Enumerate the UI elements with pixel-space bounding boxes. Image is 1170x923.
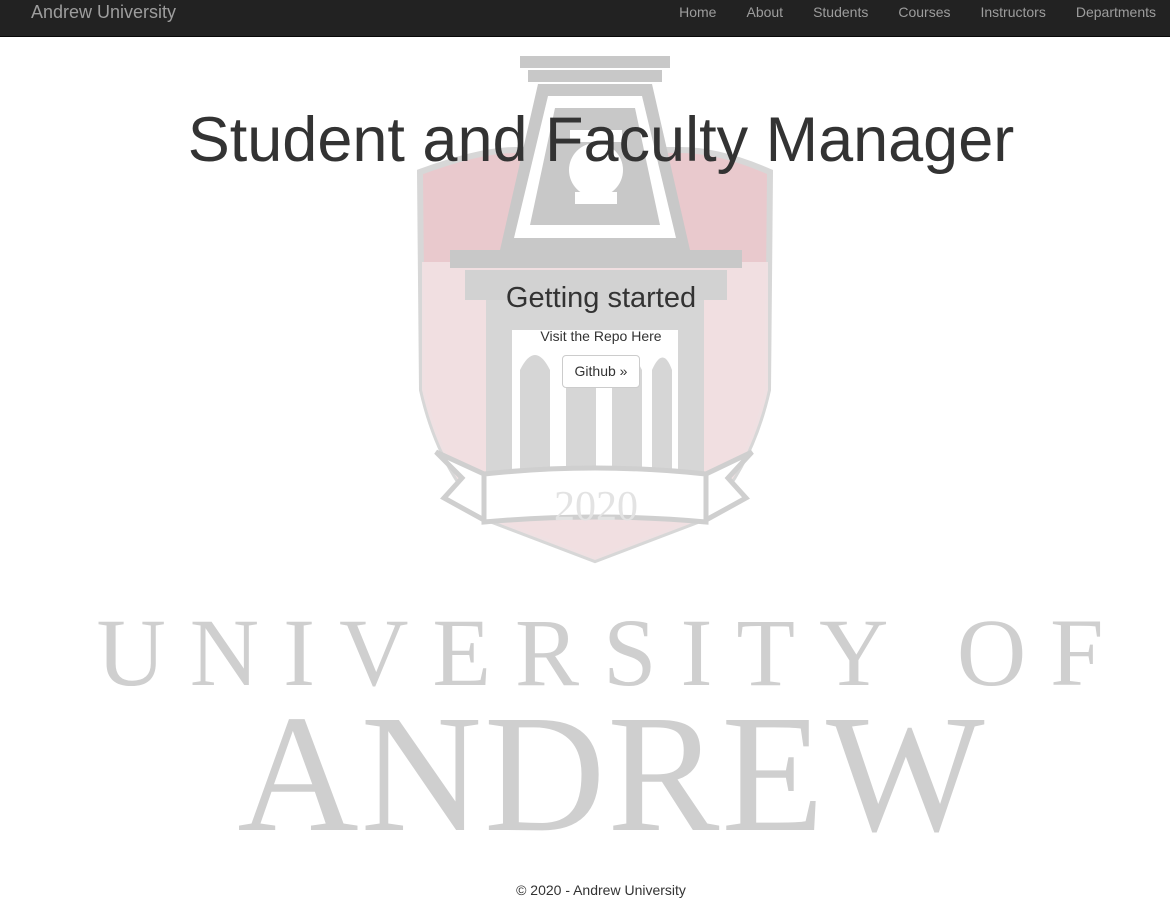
nav-link-courses[interactable]: Courses [883, 0, 965, 36]
page-title: Student and Faculty Manager [187, 105, 1015, 175]
nav-menu: Home About Students Courses Instructors … [664, 0, 1170, 36]
top-navbar: Andrew University Home About Students Co… [0, 0, 1170, 37]
watermark-line-2: ANDREW [237, 681, 986, 867]
getting-started-text: Visit the Repo Here [540, 328, 662, 344]
nav-link-home[interactable]: Home [664, 0, 731, 36]
nav-link-departments[interactable]: Departments [1061, 0, 1170, 36]
watermark-year: 2020 [554, 484, 638, 530]
ribbon-banner: 2020 [434, 449, 754, 530]
watermark-line-1: UNIVERSITY OF [96, 599, 1127, 706]
getting-started-heading: Getting started [505, 282, 697, 314]
nav-link-students[interactable]: Students [798, 0, 883, 36]
nav-link-instructors[interactable]: Instructors [965, 0, 1060, 36]
nav-link-about[interactable]: About [731, 0, 798, 36]
brand-link[interactable]: Andrew University [31, 2, 176, 22]
github-button[interactable]: Github » [562, 355, 640, 388]
footer-copyright: © 2020 - Andrew University [516, 882, 686, 898]
